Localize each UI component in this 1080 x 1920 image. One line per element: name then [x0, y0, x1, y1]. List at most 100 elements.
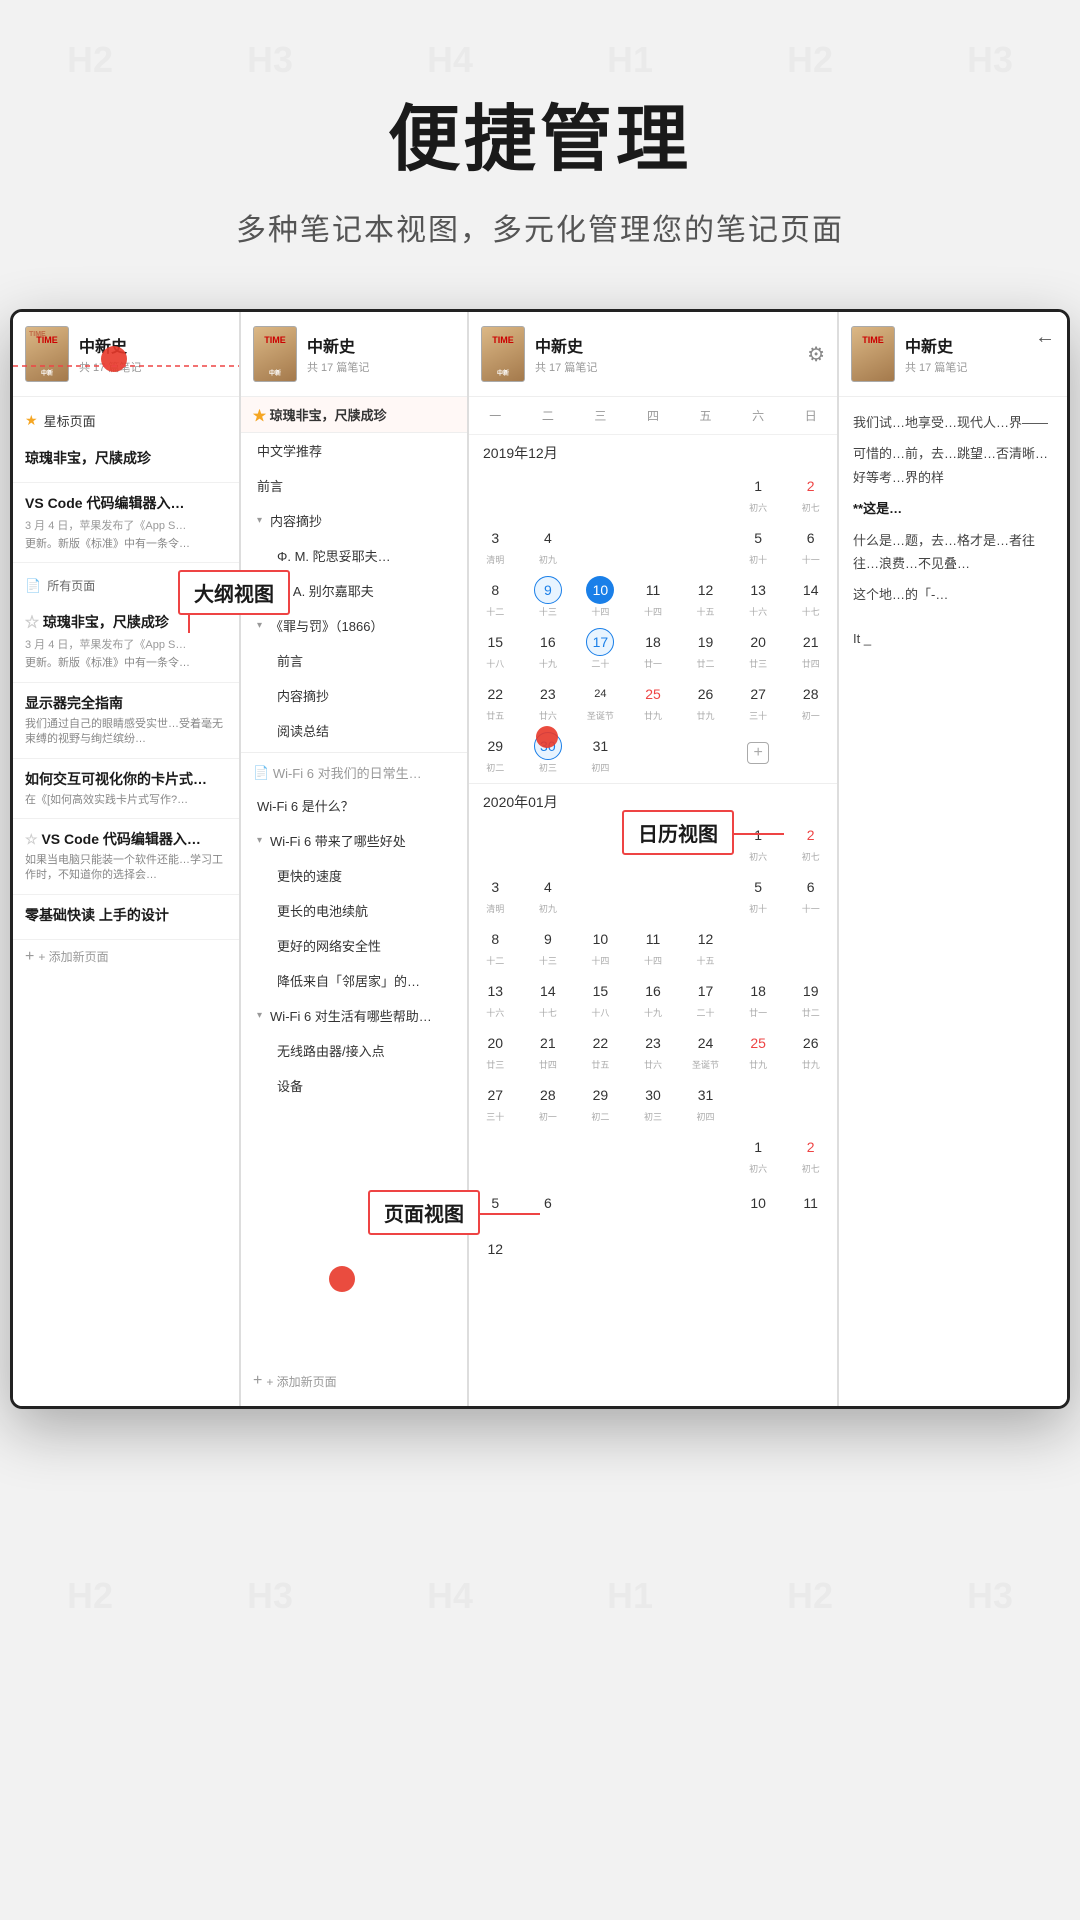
- cal-day-dec11[interactable]: 11 十四: [627, 571, 680, 623]
- cal-day-extra6[interactable]: 6: [522, 1180, 575, 1226]
- cal-day-jan9[interactable]: 9 十三: [522, 920, 575, 972]
- cal-day-dec3[interactable]: 3 清明: [469, 519, 522, 571]
- cal-day-extra10[interactable]: 10: [732, 1180, 785, 1226]
- cal-day-jan30[interactable]: 30 初三: [627, 1076, 680, 1128]
- outline-item-summary[interactable]: 阅读总结: [241, 713, 467, 748]
- cal-day-dec24[interactable]: 24 圣诞节: [574, 675, 627, 727]
- notebook-cover-outline: TIME 中新: [253, 326, 297, 382]
- cal-day-jan6[interactable]: 6 十一: [784, 868, 837, 920]
- list-item-5[interactable]: 零基础快读 上手的设计: [13, 895, 239, 940]
- add-page-button-list[interactable]: + + 添加新页面: [13, 940, 239, 974]
- cal-day-jan20[interactable]: 20 廿三: [469, 1024, 522, 1076]
- cal-day-jan16[interactable]: 16 十九: [627, 972, 680, 1024]
- cal-day-jan29[interactable]: 29 初二: [574, 1076, 627, 1128]
- cal-day-dec26[interactable]: 26 廿九: [679, 675, 732, 727]
- cal-day-dec4[interactable]: 4 初九: [522, 519, 575, 571]
- list-item-starred-2[interactable]: VS Code 代码编辑器入… 3 月 4 日，苹果发布了《App S… 更新。…: [13, 483, 239, 563]
- cal-day-jan12[interactable]: 12 十五: [679, 920, 732, 972]
- cal-day-dec15[interactable]: 15 十八: [469, 623, 522, 675]
- cal-day-jan23[interactable]: 23 廿六: [627, 1024, 680, 1076]
- outline-item-author1[interactable]: Φ. M. 陀思妥耶夫…: [241, 538, 467, 573]
- cal-day-jan22[interactable]: 22 廿五: [574, 1024, 627, 1076]
- outline-item-wifi-what[interactable]: Wi-Fi 6 是什么？: [241, 788, 467, 823]
- cal-day-extra1[interactable]: 1 初六: [732, 1128, 785, 1180]
- cal-day-dec23[interactable]: 23 廿六: [522, 675, 575, 727]
- panel-list: TIME TIME 中新 中新史 共 17 篇笔记 ★ 星标页面 琼瑰非宝，尺牍…: [13, 312, 241, 1406]
- cal-day-dec31[interactable]: 31 初四: [574, 727, 627, 779]
- cal-day-extra2[interactable]: 2 初七: [784, 1128, 837, 1180]
- cal-day-jan19[interactable]: 19 廿二: [784, 972, 837, 1024]
- settings-icon[interactable]: ⚙: [807, 342, 825, 367]
- cal-day-dec28[interactable]: 28 初一: [784, 675, 837, 727]
- cal-day-jan8[interactable]: 8 十二: [469, 920, 522, 972]
- cal-day-extra11[interactable]: 11: [784, 1180, 837, 1226]
- cal-day-jan21[interactable]: 21 廿四: [522, 1024, 575, 1076]
- outline-item-literature[interactable]: 中文学推荐: [241, 433, 467, 468]
- outline-item-battery[interactable]: 更长的电池续航: [241, 893, 467, 928]
- add-day-icon[interactable]: +: [747, 742, 769, 764]
- cal-day-dec6[interactable]: 6 十一: [784, 519, 837, 571]
- cal-day-jan14[interactable]: 14 十七: [522, 972, 575, 1024]
- cal-day-dec9[interactable]: 9 十三: [522, 571, 575, 623]
- cal-day-dec30[interactable]: 30 初三: [522, 727, 575, 779]
- outline-wifi-title[interactable]: 📄 Wi-Fi 6 对我们的日常生…: [241, 757, 467, 788]
- outline-item-preface2[interactable]: 前言: [241, 643, 467, 678]
- add-page-button-outline[interactable]: + + 添加新页面: [241, 1364, 467, 1398]
- cal-day-dec10[interactable]: 10 十四: [574, 571, 627, 623]
- cal-day-jan4[interactable]: 4 初九: [522, 868, 575, 920]
- outline-item-devices[interactable]: 设备: [241, 1068, 467, 1103]
- cal-day-jan10[interactable]: 10 十四: [574, 920, 627, 972]
- cal-day-dec8[interactable]: 8 十二: [469, 571, 522, 623]
- outline-item-extract2[interactable]: 内容摘抄: [241, 678, 467, 713]
- cal-day-jan26[interactable]: 26 廿九: [784, 1024, 837, 1076]
- cal-day-jan25[interactable]: 25 廿九: [732, 1024, 785, 1076]
- outline-item-router[interactable]: 无线路由器/接入点: [241, 1033, 467, 1068]
- back-button[interactable]: ←: [1035, 326, 1055, 349]
- cal-day-dec20[interactable]: 20 廿三: [732, 623, 785, 675]
- cal-day-jan27[interactable]: 27 三十: [469, 1076, 522, 1128]
- outline-item-wifi-life[interactable]: ▾ Wi-Fi 6 对生活有哪些帮助…: [241, 998, 467, 1033]
- calendar-weekdays: 一 二 三 四 五 六 日: [469, 397, 837, 435]
- list-item-2[interactable]: 显示器完全指南 我们通过自己的眼睛感受实世…受着毫无束缚的视野与绚烂缤纷…: [13, 683, 239, 759]
- list-item-4[interactable]: ☆ VS Code 代码编辑器入… 如果当电脑只能装一个软件还能…学习工作时，不…: [13, 819, 239, 895]
- cal-day-dec13[interactable]: 13 十六: [732, 571, 785, 623]
- cal-day-jan24[interactable]: 24 圣诞节: [679, 1024, 732, 1076]
- cal-day-dec5[interactable]: 5 初十: [732, 519, 785, 571]
- cal-day-jan3[interactable]: 3 清明: [469, 868, 522, 920]
- cal-day-jan2[interactable]: 2 初七: [784, 816, 837, 868]
- cal-day-dec17[interactable]: 17 二十: [574, 623, 627, 675]
- outline-item-security[interactable]: 更好的网络安全性: [241, 928, 467, 963]
- cal-day-jan5[interactable]: 5 初十: [732, 868, 785, 920]
- outline-item-extract[interactable]: ▾ 内容摘抄: [241, 503, 467, 538]
- list-item-starred-1[interactable]: 琼瑰非宝，尺牍成珍: [13, 438, 239, 483]
- cal-day-dec14[interactable]: 14 十七: [784, 571, 837, 623]
- cal-day-jan15[interactable]: 15 十八: [574, 972, 627, 1024]
- cal-day-jan28[interactable]: 28 初一: [522, 1076, 575, 1128]
- star-empty-icon: ☆: [25, 614, 39, 630]
- cal-day-dec27[interactable]: 27 三十: [732, 675, 785, 727]
- cal-day-jan18[interactable]: 18 廿一: [732, 972, 785, 1024]
- cal-day-dec12[interactable]: 12 十五: [679, 571, 732, 623]
- cal-day-dec21[interactable]: 21 廿四: [784, 623, 837, 675]
- outline-item-speed[interactable]: 更快的速度: [241, 858, 467, 893]
- outline-item-neighbor[interactable]: 降低来自「邻居家」的…: [241, 963, 467, 998]
- cal-day-dec22[interactable]: 22 廿五: [469, 675, 522, 727]
- cal-day-dec1[interactable]: 1 初六: [732, 467, 785, 519]
- cal-day-dec29[interactable]: 29 初二: [469, 727, 522, 779]
- cal-day-jan17[interactable]: 17 二十: [679, 972, 732, 1024]
- starred-label: ★ 星标页面: [13, 403, 239, 438]
- list-item-3[interactable]: 如何交互可视化你的卡片式… 在《[如何高效实践卡片式写作?…: [13, 759, 239, 819]
- cal-day-jan31[interactable]: 31 初四: [679, 1076, 732, 1128]
- cal-day-dec19[interactable]: 19 廿二: [679, 623, 732, 675]
- cal-day-dec18[interactable]: 18 廿一: [627, 623, 680, 675]
- add-day-button[interactable]: +: [732, 727, 785, 779]
- outline-item-wifi-benefits[interactable]: ▾ Wi-Fi 6 带来了哪些好处: [241, 823, 467, 858]
- cal-day-jan1[interactable]: 1 初六: [732, 816, 785, 868]
- cal-day-jan11[interactable]: 11 十四: [627, 920, 680, 972]
- cal-day-dec16[interactable]: 16 十九: [522, 623, 575, 675]
- cal-day-jan13[interactable]: 13 十六: [469, 972, 522, 1024]
- cal-day-dec2[interactable]: 2 初七: [784, 467, 837, 519]
- outline-item-preface1[interactable]: 前言: [241, 468, 467, 503]
- notebook-cover-calendar: TIME 中新: [481, 326, 525, 382]
- cal-day-dec25[interactable]: 25 廿九: [627, 675, 680, 727]
